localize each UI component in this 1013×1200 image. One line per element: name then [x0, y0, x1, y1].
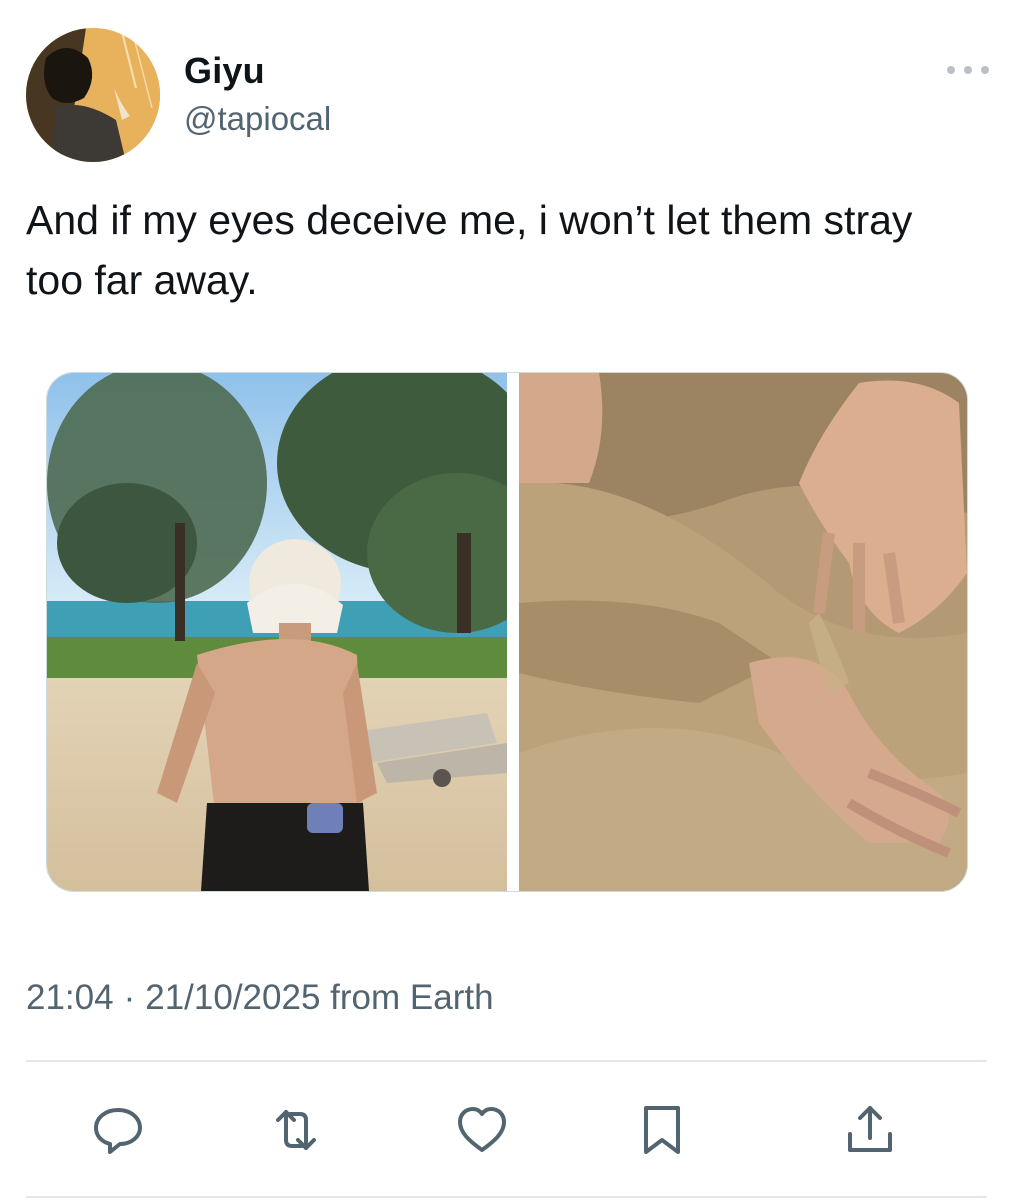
tweet-time: 21:04	[26, 978, 114, 1017]
dot	[947, 66, 955, 74]
tweet-date: 21/10/2025	[145, 978, 321, 1017]
display-name[interactable]: Giyu	[184, 50, 265, 92]
like-button[interactable]	[452, 1100, 512, 1160]
profile-photo-icon	[26, 28, 160, 162]
meta-separator: ·	[123, 978, 136, 1017]
more-options-icon[interactable]	[947, 52, 989, 88]
dot	[981, 66, 989, 74]
divider	[26, 1196, 987, 1198]
divider	[26, 1060, 987, 1062]
beach-photo[interactable]	[47, 373, 507, 891]
tweet-text: And if my eyes deceive me, i won’t let t…	[26, 197, 913, 303]
media-separator	[507, 373, 519, 891]
tweet-timestamp[interactable]: 21:04 · 21/10/2025 from Earth	[26, 978, 494, 1018]
reply-button[interactable]	[88, 1100, 148, 1160]
media-grid	[46, 372, 968, 892]
speech-bubble-icon	[94, 1108, 142, 1154]
heart-icon	[458, 1107, 506, 1152]
avatar[interactable]	[26, 28, 160, 162]
share-icon	[848, 1106, 892, 1152]
dot	[964, 66, 972, 74]
bookmark-button[interactable]	[632, 1100, 692, 1160]
user-handle[interactable]: @tapiocal	[184, 100, 331, 138]
bookmark-icon	[644, 1106, 680, 1154]
tweet-source: from Earth	[330, 978, 494, 1017]
sand-hands-photo[interactable]	[519, 373, 967, 891]
share-button[interactable]	[840, 1100, 900, 1160]
retweet-icon	[276, 1110, 316, 1150]
retweet-button[interactable]	[266, 1100, 326, 1160]
